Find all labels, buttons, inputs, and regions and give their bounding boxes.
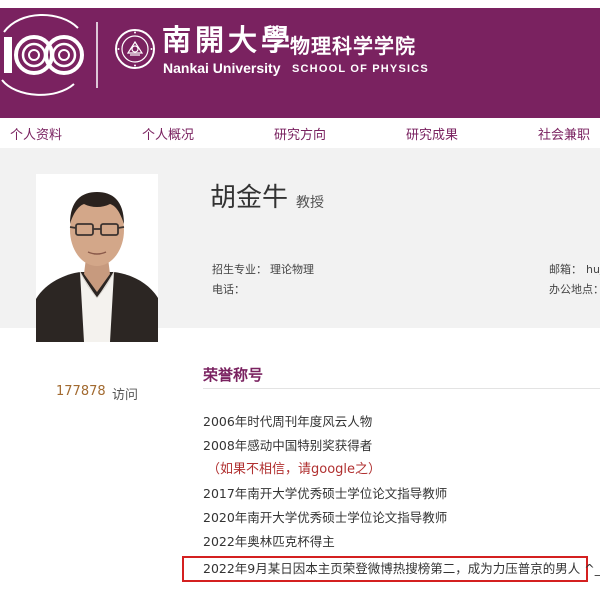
honor-item: 2008年感动中国特别奖获得者 xyxy=(203,438,373,453)
main-nav: 个人资料 个人概况 研究方向 研究成果 社会兼职 xyxy=(0,118,600,148)
visit-label: 访问 xyxy=(112,388,139,403)
honors-divider xyxy=(203,388,600,389)
honor-item: 2006年时代周刊年度风云人物 xyxy=(203,414,373,429)
honor-item: 2022年奥林匹克杯得主 xyxy=(203,534,335,549)
honor-item-highlighted: 2022年9月某日因本主页荣登微博热搜榜第二，成为力压普京的男人 ^_^ xyxy=(203,561,600,576)
nav-item-overview[interactable]: 个人概况 xyxy=(142,124,194,143)
professor-title: 教授 xyxy=(296,195,324,211)
major-value: 理论物理 xyxy=(270,263,314,276)
logo-text: 100 xyxy=(46,97,48,99)
nav-item-social-positions[interactable]: 社会兼职 xyxy=(538,124,590,143)
nav-item-research-direction[interactable]: 研究方向 xyxy=(274,124,326,143)
header-divider xyxy=(96,22,98,88)
honors-heading: 荣誉称号 xyxy=(203,366,264,384)
email-label: 邮箱： xyxy=(549,263,582,276)
nav-item-research-results[interactable]: 研究成果 xyxy=(406,124,458,143)
honor-note: （如果不相信，请google之） xyxy=(207,462,382,477)
email-value[interactable]: huj xyxy=(586,263,600,277)
university-seal-icon xyxy=(115,29,155,69)
honor-item: 2020年南开大学优秀硕士学位论文指导教师 xyxy=(203,510,448,525)
university-name-en: Nankai University xyxy=(163,60,281,76)
major-label: 招生专业： xyxy=(212,263,267,276)
school-name-en: SCHOOL OF PHYSICS xyxy=(292,63,429,75)
nav-item-personal-info[interactable]: 个人资料 xyxy=(10,124,62,143)
visit-count: 177878 xyxy=(56,384,106,399)
university-name-cn: 南開大學 xyxy=(162,23,295,57)
honor-item: 2017年南开大学优秀硕士学位论文指导教师 xyxy=(203,486,448,501)
professor-name: 胡金牛 xyxy=(210,183,289,213)
office-label: 办公地点： xyxy=(549,283,600,296)
profile-photo xyxy=(36,174,158,342)
school-name-cn: 物理科学学院 xyxy=(290,34,416,58)
phone-label: 电话： xyxy=(212,283,245,296)
centennial-logo[interactable]: 100 xyxy=(0,10,92,100)
